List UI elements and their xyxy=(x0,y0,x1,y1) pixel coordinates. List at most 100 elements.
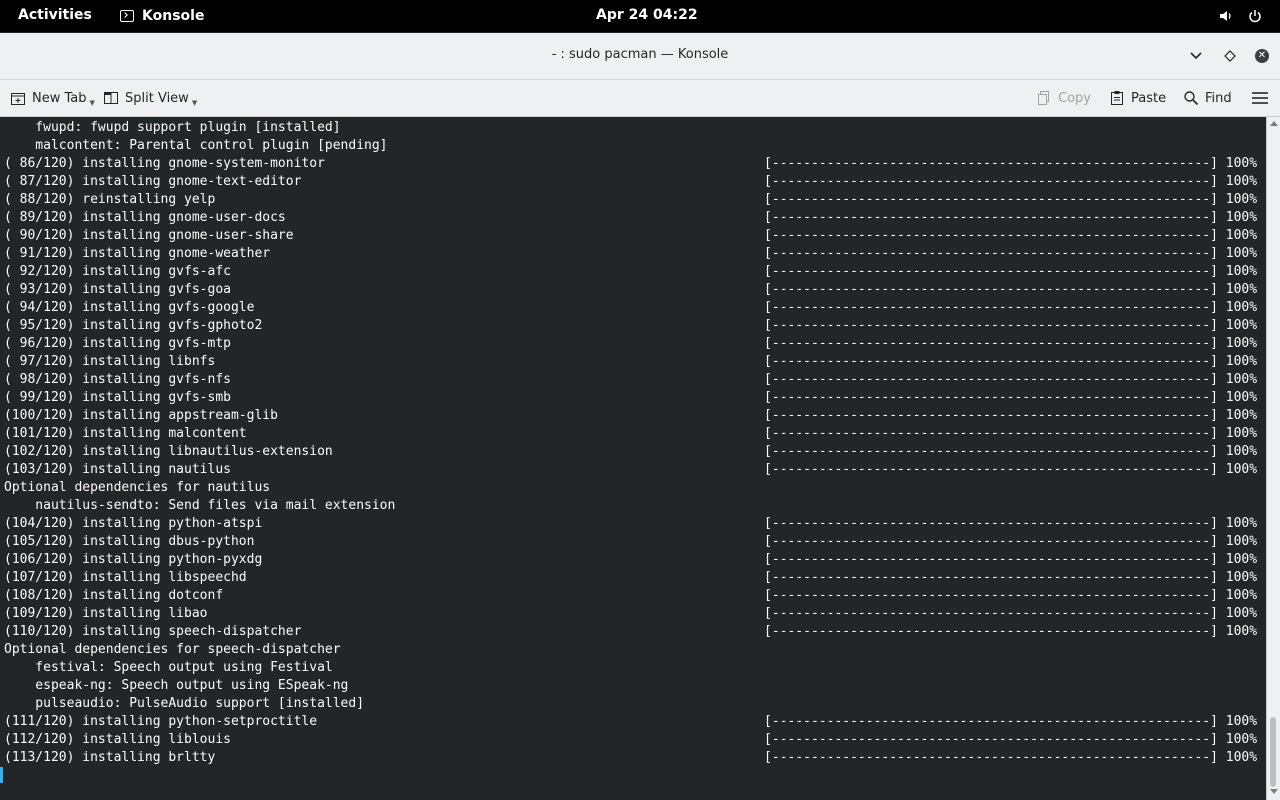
progress-bar-text: [---------------------------------------… xyxy=(764,390,1258,405)
scroll-up-icon[interactable] xyxy=(1270,121,1278,126)
new-tab-button[interactable]: New Tab ▼ xyxy=(10,88,95,108)
terminal-line-text: (104/120) installing python-atspi xyxy=(4,516,263,531)
terminal-line: (108/120) installing dotconf [-----------… xyxy=(4,587,1266,605)
progress-bar-text: [---------------------------------------… xyxy=(764,156,1258,171)
split-view-button[interactable]: Split View ▼ xyxy=(103,88,197,108)
app-menu-label: Konsole xyxy=(142,8,205,24)
progress-bar-text: [---------------------------------------… xyxy=(764,732,1258,747)
close-button[interactable]: ✕ xyxy=(1252,46,1272,66)
scrollbar-thumb[interactable] xyxy=(1270,717,1276,787)
terminal-line: (111/120) installing python-setproctitle… xyxy=(4,713,1266,731)
terminal-line: ( 96/120) installing gvfs-mtp [----------… xyxy=(4,335,1266,353)
terminal-line-text: malcontent: Parental control plugin [pen… xyxy=(4,138,388,153)
activities-button[interactable]: Activities xyxy=(18,7,92,23)
terminal-line-text: ( 96/120) installing gvfs-mtp xyxy=(4,336,231,351)
terminal-line: (107/120) installing libspeechd [--------… xyxy=(4,569,1266,587)
terminal-line: malcontent: Parental control plugin [pen… xyxy=(4,137,1266,155)
terminal-line-text: (108/120) installing dotconf xyxy=(4,588,224,603)
progress-bar-text: [---------------------------------------… xyxy=(764,624,1258,639)
app-menu-button[interactable]: Konsole xyxy=(120,7,204,25)
terminal-line: ( 92/120) installing gvfs-afc [----------… xyxy=(4,263,1266,281)
progress-bar-text: [---------------------------------------… xyxy=(764,246,1258,261)
copy-button[interactable]: Copy xyxy=(1036,88,1091,108)
terminal-line-text: espeak-ng: Speech output using ESpeak-ng xyxy=(4,678,349,693)
split-view-label: Split View xyxy=(125,90,189,106)
diamond-icon xyxy=(1224,50,1236,62)
minimize-button[interactable] xyxy=(1186,46,1206,66)
terminal-line-text: ( 93/120) installing gvfs-goa xyxy=(4,282,231,297)
terminal-line-text: ( 90/120) installing gnome-user-share xyxy=(4,228,294,243)
terminal-line-text: ( 87/120) installing gnome-text-editor xyxy=(4,174,302,189)
maximize-button[interactable] xyxy=(1220,46,1240,66)
volume-icon[interactable] xyxy=(1219,8,1233,27)
progress-bar-text: [---------------------------------------… xyxy=(764,606,1258,621)
dropdown-arrow-icon: ▼ xyxy=(89,99,95,107)
progress-bar-text: [---------------------------------------… xyxy=(764,462,1258,477)
progress-bar-text: [---------------------------------------… xyxy=(764,570,1258,585)
terminal-line-text: (110/120) installing speech-dispatcher xyxy=(4,624,302,639)
terminal-line-text: (106/120) installing python-pyxdg xyxy=(4,552,263,567)
terminal-line-text: nautilus-sendto: Send files via mail ext… xyxy=(4,498,396,513)
terminal-line: ( 98/120) installing gvfs-nfs [----------… xyxy=(4,371,1266,389)
terminal-line: ( 86/120) installing gnome-system-monito… xyxy=(4,155,1266,173)
terminal-line-text: (113/120) installing brltty xyxy=(4,750,216,765)
terminal-line: (112/120) installing liblouis [----------… xyxy=(4,731,1266,749)
terminal-line: ( 90/120) installing gnome-user-share [--… xyxy=(4,227,1266,245)
progress-bar-text: [---------------------------------------… xyxy=(764,426,1258,441)
progress-bar-text: [---------------------------------------… xyxy=(764,588,1258,603)
progress-bar-text: [---------------------------------------… xyxy=(764,192,1258,207)
terminal-line: (101/120) installing malcontent [--------… xyxy=(4,425,1266,443)
terminal-line-text: (103/120) installing nautilus xyxy=(4,462,231,477)
terminal-line: ( 99/120) installing gvfs-smb [----------… xyxy=(4,389,1266,407)
window-titlebar[interactable]: - : sudo pacman — Konsole ✕ xyxy=(0,33,1280,80)
terminal-line: Optional dependencies for speech-dispatc… xyxy=(4,641,1266,659)
terminal-line: espeak-ng: Speech output using ESpeak-ng xyxy=(4,677,1266,695)
terminal-cursor xyxy=(0,767,3,783)
terminal-line-text: (109/120) installing libao xyxy=(4,606,208,621)
terminal-line-text: (107/120) installing libspeechd xyxy=(4,570,247,585)
copy-label: Copy xyxy=(1058,90,1091,106)
terminal-line-text: Optional dependencies for nautilus xyxy=(4,480,271,495)
copy-icon xyxy=(1038,91,1049,105)
terminal-line-text: ( 99/120) installing gvfs-smb xyxy=(4,390,231,405)
terminal-line-text: (100/120) installing appstream-glib xyxy=(4,408,278,423)
terminal-scrollbar[interactable] xyxy=(1266,117,1280,800)
terminal-line: ( 91/120) installing gnome-weather [-----… xyxy=(4,245,1266,263)
terminal-line: ( 95/120) installing gvfs-gphoto2 [------… xyxy=(4,317,1266,335)
terminal-lines: fwupd: fwupd support plugin [installed] … xyxy=(4,119,1266,767)
terminal-line: ( 88/120) reinstalling yelp [------------… xyxy=(4,191,1266,209)
progress-bar-text: [---------------------------------------… xyxy=(764,282,1258,297)
terminal-line: (110/120) installing speech-dispatcher [-… xyxy=(4,623,1266,641)
terminal-line-text: ( 95/120) installing gvfs-gphoto2 xyxy=(4,318,263,333)
progress-bar-text: [---------------------------------------… xyxy=(764,264,1258,279)
toolbar: New Tab ▼ Split View ▼ Copy Paste Find xyxy=(0,80,1280,117)
terminal-line: fwupd: fwupd support plugin [installed] xyxy=(4,119,1266,137)
progress-bar-text: [---------------------------------------… xyxy=(764,714,1258,729)
dropdown-arrow-icon: ▼ xyxy=(191,99,198,107)
hamburger-menu-button[interactable] xyxy=(1251,88,1275,108)
terminal-line: (113/120) installing brltty [------------… xyxy=(4,749,1266,767)
terminal-line-text: ( 91/120) installing gnome-weather xyxy=(4,246,271,261)
clock[interactable]: Apr 24 04:22 xyxy=(596,7,698,23)
search-icon xyxy=(1184,91,1199,106)
close-icon: ✕ xyxy=(1255,49,1269,63)
terminal-icon xyxy=(120,10,134,22)
terminal-line: ( 89/120) installing gnome-user-docs [---… xyxy=(4,209,1266,227)
terminal-line-text: pulseaudio: PulseAudio support [installe… xyxy=(4,696,365,711)
paste-button[interactable]: Paste xyxy=(1109,88,1166,108)
power-icon[interactable] xyxy=(1248,8,1262,27)
terminal-line-text: ( 86/120) installing gnome-system-monito… xyxy=(4,156,325,171)
top-bar: Activities Konsole Apr 24 04:22 xyxy=(0,0,1280,32)
terminal-line-text: ( 98/120) installing gvfs-nfs xyxy=(4,372,231,387)
find-button[interactable]: Find xyxy=(1183,88,1232,108)
terminal-line: ( 93/120) installing gvfs-goa [----------… xyxy=(4,281,1266,299)
terminal-line-text: ( 92/120) installing gvfs-afc xyxy=(4,264,231,279)
terminal-line-text: (112/120) installing liblouis xyxy=(4,732,231,747)
terminal-line: ( 94/120) installing gvfs-google [-------… xyxy=(4,299,1266,317)
terminal-output[interactable]: fwupd: fwupd support plugin [installed] … xyxy=(0,117,1266,800)
terminal-line-text: fwupd: fwupd support plugin [installed] xyxy=(4,120,341,135)
scroll-down-icon[interactable] xyxy=(1270,789,1278,794)
terminal-line: nautilus-sendto: Send files via mail ext… xyxy=(4,497,1266,515)
hamburger-menu-icon xyxy=(1252,92,1268,104)
terminal-line-text: (101/120) installing malcontent xyxy=(4,426,247,441)
